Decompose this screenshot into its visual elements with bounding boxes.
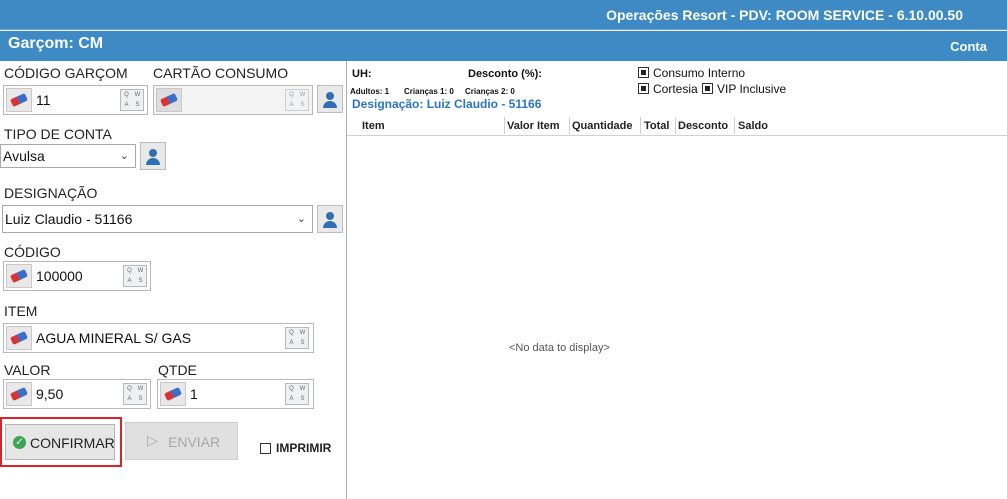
print-checkbox[interactable] bbox=[260, 443, 271, 454]
price-value: 9,50 bbox=[36, 386, 64, 402]
eraser-icon[interactable] bbox=[6, 88, 32, 112]
header-bar: Garçom: CM Conta bbox=[0, 31, 1007, 61]
code-field[interactable]: 100000 QWAS bbox=[3, 261, 151, 291]
col-header-balance[interactable]: Saldo bbox=[738, 120, 768, 132]
vip-checkbox[interactable] bbox=[702, 83, 713, 94]
check-circle-icon: ✓ bbox=[13, 436, 26, 449]
internal-consumption-checkbox[interactable] bbox=[638, 67, 649, 78]
price-field[interactable]: 9,50 QWAS bbox=[3, 379, 151, 409]
column-separator[interactable] bbox=[569, 117, 570, 134]
qty-label: QTDE bbox=[158, 362, 197, 378]
print-label: IMPRIMIR bbox=[276, 441, 332, 455]
item-field[interactable]: AGUA MINERAL S/ GAS QWAS bbox=[3, 323, 314, 353]
consumption-card-label: CARTÃO CONSUMO bbox=[153, 65, 289, 81]
code-label: CÓDIGO bbox=[4, 244, 61, 260]
waiter-code-value: 11 bbox=[36, 92, 51, 108]
waiter-code-label: CÓDIGO GARÇOM bbox=[4, 65, 128, 81]
empty-grid-message: <No data to display> bbox=[509, 342, 610, 354]
eraser-icon[interactable] bbox=[6, 264, 32, 288]
account-type-value: Avulsa bbox=[3, 148, 45, 164]
column-separator[interactable] bbox=[734, 117, 735, 134]
user-search-icon[interactable] bbox=[140, 142, 166, 170]
confirm-button[interactable]: ✓ CONFIRMAR bbox=[5, 424, 115, 460]
eraser-icon[interactable] bbox=[156, 88, 182, 112]
send-button[interactable]: ▷ ENVIAR bbox=[125, 422, 238, 460]
title-bar: Operações Resort - PDV: ROOM SERVICE - 6… bbox=[0, 0, 1007, 30]
waiter-name: Garçom: CM bbox=[8, 35, 104, 52]
col-header-discount[interactable]: Desconto bbox=[678, 120, 728, 132]
designation-info: Designação: Luiz Claudio - 51166 bbox=[352, 97, 542, 111]
waiter-code-field[interactable]: 11 QWAS bbox=[3, 85, 148, 115]
keyboard-icon[interactable]: QWAS bbox=[285, 327, 309, 349]
children1-count: Crianças 1: 0 bbox=[404, 87, 454, 96]
col-header-quantity[interactable]: Quantidade bbox=[572, 120, 633, 132]
chevron-down-icon: ⌄ bbox=[119, 150, 129, 162]
children2-count: Crianças 2: 0 bbox=[465, 87, 515, 96]
item-value: AGUA MINERAL S/ GAS bbox=[36, 330, 192, 346]
user-search-icon[interactable] bbox=[317, 85, 343, 113]
col-header-item[interactable]: Item bbox=[362, 120, 385, 132]
keyboard-icon[interactable]: QWAS bbox=[120, 89, 144, 111]
account-type-label: TIPO DE CONTA bbox=[4, 126, 112, 142]
column-separator[interactable] bbox=[504, 117, 505, 134]
column-separator[interactable] bbox=[640, 117, 641, 134]
column-separator[interactable] bbox=[675, 117, 676, 134]
price-label: VALOR bbox=[4, 362, 51, 378]
eraser-icon[interactable] bbox=[6, 326, 32, 350]
keyboard-icon[interactable]: QWAS bbox=[285, 89, 309, 111]
discount-label: Desconto (%): bbox=[468, 68, 542, 80]
internal-consumption-label: Consumo Interno bbox=[653, 66, 746, 80]
account-type-select[interactable]: Avulsa ⌄ bbox=[0, 144, 136, 168]
courtesy-checkbox[interactable] bbox=[638, 83, 649, 94]
account-link[interactable]: Conta bbox=[950, 39, 987, 54]
keyboard-icon[interactable]: QWAS bbox=[285, 383, 309, 405]
designation-select[interactable]: Luiz Claudio - 51166 ⌄ bbox=[2, 205, 313, 233]
grid-header: Item Valor Item Quantidade Total Descont… bbox=[347, 117, 1007, 136]
send-arrow-icon: ▷ bbox=[147, 432, 158, 448]
eraser-icon[interactable] bbox=[6, 382, 32, 406]
adults-count: Adultos: 1 bbox=[350, 87, 390, 96]
vip-label: VIP Inclusive bbox=[717, 82, 787, 96]
window-title: Operações Resort - PDV: ROOM SERVICE - 6… bbox=[606, 7, 963, 23]
uh-label: UH: bbox=[352, 68, 372, 80]
col-header-item-value[interactable]: Valor Item bbox=[507, 120, 560, 132]
keyboard-icon[interactable]: QWAS bbox=[123, 265, 147, 287]
user-search-icon[interactable] bbox=[317, 205, 343, 233]
keyboard-icon[interactable]: QWAS bbox=[123, 383, 147, 405]
code-value: 100000 bbox=[36, 268, 83, 284]
eraser-icon[interactable] bbox=[160, 382, 186, 406]
courtesy-label: Cortesia bbox=[653, 82, 698, 96]
item-label: ITEM bbox=[4, 303, 38, 319]
confirm-button-label: CONFIRMAR bbox=[30, 435, 115, 451]
consumption-card-field[interactable]: QWAS bbox=[153, 85, 313, 115]
chevron-down-icon: ⌄ bbox=[296, 213, 306, 225]
qty-value: 1 bbox=[190, 386, 198, 402]
designation-value: Luiz Claudio - 51166 bbox=[5, 211, 133, 227]
send-button-label: ENVIAR bbox=[168, 434, 221, 450]
col-header-total[interactable]: Total bbox=[644, 120, 669, 132]
qty-field[interactable]: 1 QWAS bbox=[157, 379, 314, 409]
designation-label: DESIGNAÇÃO bbox=[4, 185, 98, 201]
